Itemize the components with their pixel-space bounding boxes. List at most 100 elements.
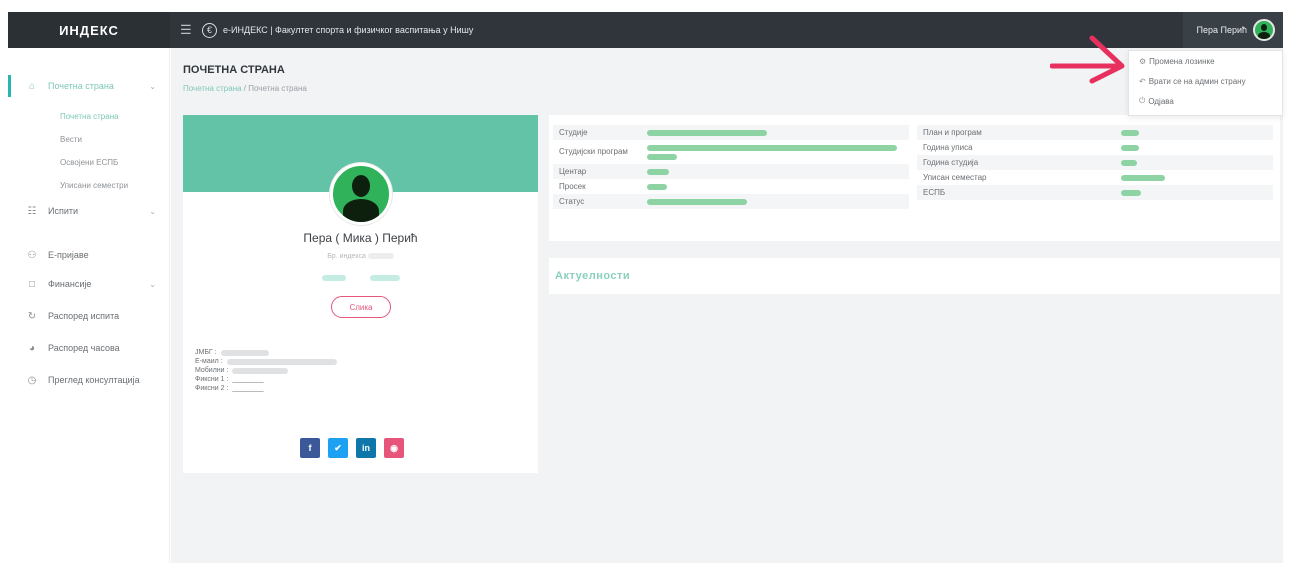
chevron-down-icon: ⌄: [149, 279, 156, 289]
contact-value: ________: [232, 376, 264, 383]
users-icon: ⚇: [27, 249, 37, 261]
info-value-redacted: [647, 129, 767, 136]
contact-row-phone2: Фиксни 2 : ________: [195, 384, 337, 393]
list-icon: ☷: [27, 205, 37, 217]
contact-row-jmbg: ЈМБГ :: [195, 348, 337, 357]
index-label: Бр. индекса: [327, 253, 366, 260]
contact-label: ЈМБГ :: [195, 349, 217, 356]
updates-card: Актуелности: [549, 258, 1280, 294]
info-value-group: [647, 144, 897, 160]
info-label: Статус: [559, 196, 585, 206]
info-label: Година уписа: [923, 142, 973, 152]
breadcrumb: Почетна страна / Почетна страна: [183, 84, 307, 93]
contact-value-redacted: [226, 358, 337, 365]
info-row-program: Студијски програм: [553, 140, 909, 164]
contact-value: ________: [232, 385, 264, 392]
sidebar-subitem-news[interactable]: Вести: [60, 135, 82, 144]
info-value-redacted: [1121, 159, 1137, 166]
menu-toggle-icon[interactable]: ☰: [180, 22, 196, 38]
info-row-ects: ЕСПБ: [917, 185, 1273, 200]
info-value-redacted: [647, 144, 897, 151]
info-row-status: Статус: [553, 194, 909, 209]
stat-redacted: [369, 275, 400, 281]
stat-redacted: [321, 275, 346, 281]
sidebar-item-home[interactable]: ⌂ Почетна страна ⌄: [8, 75, 170, 97]
info-value-redacted: [647, 183, 667, 190]
profile-stats: [183, 275, 538, 281]
return-icon: ↶: [1139, 76, 1146, 86]
info-row-enroll-year: Година уписа: [917, 140, 1273, 155]
calendar-icon: ◕: [28, 342, 36, 354]
user-menu-button[interactable]: Пера Перић: [1183, 12, 1283, 48]
pointer-arrow-icon: [1050, 35, 1125, 84]
sidebar-item-label: Финансије: [48, 279, 92, 289]
info-value-redacted: [1121, 144, 1139, 151]
sidebar-item-exams[interactable]: ☷ Испити ⌄: [8, 200, 170, 222]
breadcrumb-separator: /: [243, 84, 247, 93]
contact-value-redacted: [220, 349, 269, 356]
breadcrumb-current: Почетна страна: [248, 84, 307, 93]
info-row-average: Просек: [553, 179, 909, 194]
sidebar-item-exam-schedule[interactable]: ↻ Распоред испита: [8, 305, 170, 327]
dropdown-item-label: Одјава: [1148, 96, 1174, 106]
sidebar-item-e-registrations[interactable]: ⚇ Е-пријаве: [8, 244, 170, 266]
return-to-admin-item[interactable]: ↶ Врати се на админ страну: [1129, 71, 1282, 91]
twitter-icon[interactable]: ✔: [328, 438, 348, 458]
breadcrumb-link[interactable]: Почетна страна: [183, 84, 242, 93]
info-label: Година студија: [923, 157, 979, 167]
brand-logo[interactable]: ИНДЕКС: [8, 12, 170, 48]
index-value-redacted: [367, 253, 394, 260]
page-title: ПОЧЕТНА СТРАНА: [183, 64, 285, 76]
contact-row-phone1: Фиксни 1 : ________: [195, 375, 337, 384]
chevron-down-icon: ⌄: [149, 206, 156, 216]
info-value-redacted: [1121, 189, 1141, 196]
info-label: Студијски програм: [559, 147, 628, 156]
user-name: Пера Перић: [1196, 25, 1248, 35]
info-label: План и програм: [923, 127, 982, 137]
info-row-plan: План и програм: [917, 125, 1273, 140]
sidebar-item-label: Распоред испита: [48, 311, 120, 321]
clock-icon: ◷: [27, 374, 37, 386]
info-label: Центар: [559, 166, 587, 176]
student-info-card: Студије Студијски програм Центар Просек …: [549, 115, 1280, 241]
profile-index: Бр. индекса: [183, 253, 538, 260]
sidebar-item-label: Преглед консултација: [48, 375, 140, 385]
info-column-right: План и програм Година уписа Година студи…: [917, 125, 1273, 200]
sidebar: ⌂ Почетна страна ⌄ Почетна страна Вести …: [8, 48, 170, 563]
sidebar-item-class-schedule[interactable]: ◕ Распоред часова: [8, 337, 170, 359]
info-label: ЕСПБ: [923, 187, 946, 197]
sidebar-subitem-semesters[interactable]: Уписани семестри: [60, 181, 128, 190]
logout-icon: ⏻: [1139, 96, 1146, 105]
info-column-left: Студије Студијски програм Центар Просек …: [553, 125, 909, 209]
profile-avatar-icon: [330, 163, 392, 225]
sidebar-subitem-home[interactable]: Почетна страна: [60, 112, 119, 121]
folder-icon: □: [28, 278, 36, 290]
profile-name: Пера ( Мика ) Перић: [303, 231, 418, 245]
info-label: Уписан семестар: [923, 172, 987, 182]
linkedin-icon[interactable]: in: [356, 438, 376, 458]
facebook-icon[interactable]: f: [300, 438, 320, 458]
logout-item[interactable]: ⏻ Одјава: [1129, 91, 1282, 111]
home-icon: ⌂: [28, 80, 36, 92]
info-value-redacted: [647, 198, 747, 205]
updates-title: Актуелности: [555, 270, 631, 282]
sidebar-subitem-ects[interactable]: Освојени ЕСПБ: [60, 158, 118, 167]
contact-label: E-маил :: [195, 358, 223, 365]
user-dropdown-menu: ⚙ Промена лозинке ↶ Врати се на админ ст…: [1128, 50, 1283, 116]
instagram-icon[interactable]: ◉: [384, 438, 404, 458]
dropdown-item-label: Промена лозинке: [1149, 56, 1215, 66]
profile-photo-button[interactable]: Слика: [331, 296, 391, 318]
sidebar-item-label: Распоред часова: [48, 343, 120, 353]
info-value-redacted: [647, 153, 677, 160]
info-value-redacted: [1121, 174, 1165, 181]
contact-row-mobile: Мобилни :: [195, 366, 337, 375]
info-row-semester: Уписан семестар: [917, 170, 1273, 185]
sidebar-item-consultations[interactable]: ◷ Преглед консултација: [8, 369, 170, 391]
contact-label: Фиксни 1 :: [195, 376, 229, 383]
profile-card: Пера ( Мика ) Перић Бр. индекса Слика ЈМ…: [183, 115, 538, 473]
contact-row-email: E-маил :: [195, 357, 337, 366]
dropdown-item-label: Врати се на админ страну: [1148, 76, 1246, 86]
change-password-item[interactable]: ⚙ Промена лозинке: [1129, 51, 1282, 71]
sidebar-item-finances[interactable]: □ Финансије ⌄: [8, 273, 170, 295]
sidebar-item-label: Е-пријаве: [48, 250, 89, 260]
